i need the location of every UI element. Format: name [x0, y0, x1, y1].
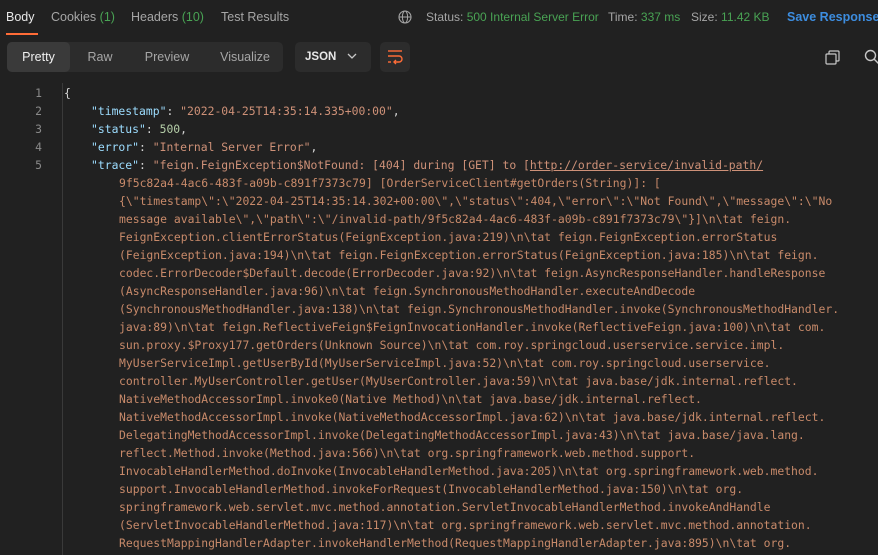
trace-wrapped-line: MyUserServiceImpl.getUserById(MyUserServ…	[119, 356, 771, 370]
code-line-trace: "trace": "feign.FeignException$NotFound:…	[91, 158, 764, 172]
code-line-error: "error": "Internal Server Error",	[91, 140, 318, 154]
size-label: Size:	[691, 10, 718, 24]
open-brace: {	[64, 86, 71, 100]
active-tab-indicator	[6, 33, 38, 35]
tab-body[interactable]: Body	[6, 10, 35, 24]
line-number: 2	[35, 104, 42, 118]
trace-wrapped-line: sun.proxy.$Proxy177.getOrders(Unknown So…	[119, 338, 785, 352]
trace-wrapped-line: (ServletInvocableHandlerMethod.java:117)…	[119, 518, 812, 532]
code-line-timestamp: "timestamp": "2022-04-25T14:35:14.335+00…	[91, 104, 400, 118]
wrap-lines-button[interactable]	[380, 42, 410, 72]
json-key: "error"	[91, 140, 140, 154]
save-response-button[interactable]: Save Response	[787, 10, 878, 24]
trace-wrapped-line: (SynchronousMethodHandler.java:138)\n\ta…	[119, 302, 840, 316]
cookies-count: (1)	[99, 10, 115, 24]
response-toolbar: Pretty Raw Preview Visualize JSON	[0, 36, 878, 80]
trace-wrapped-line: RequestMappingHandlerAdapter.invokeHandl…	[119, 536, 792, 550]
json-key: "status"	[91, 122, 146, 136]
json-key: "trace"	[91, 158, 140, 172]
line-number: 3	[35, 122, 42, 136]
size-value[interactable]: 11.42 KB	[721, 10, 769, 24]
view-mode-preview[interactable]: Preview	[133, 42, 201, 72]
response-tabs-bar: Body Cookies (1) Headers (10) Test Resul…	[0, 0, 878, 36]
view-mode-pretty[interactable]: Pretty	[7, 42, 70, 72]
trace-wrapped-line: springframework.web.servlet.mvc.method.a…	[119, 500, 771, 514]
trace-wrapped-line: reflect.Method.invoke(Method.java:566)\n…	[119, 446, 696, 460]
search-icon[interactable]	[864, 49, 878, 65]
trace-wrapped-line: (FeignException.java:194)\n\tat feign.Fe…	[119, 248, 819, 262]
copy-icon[interactable]	[825, 50, 840, 65]
trace-wrapped-line: codec.ErrorDecoder$Default.decode(ErrorD…	[119, 266, 826, 280]
wrap-icon	[388, 50, 403, 65]
time-value[interactable]: 337 ms	[641, 10, 680, 24]
tab-test-results[interactable]: Test Results	[221, 10, 289, 24]
line-number: 5	[35, 158, 42, 172]
time-label: Time:	[608, 10, 638, 24]
tab-headers-label: Headers	[131, 10, 179, 24]
size-readout: Size: 11.42 KB	[691, 10, 770, 24]
trace-wrapped-line: NativeMethodAccessorImpl.invoke(NativeMe…	[119, 410, 826, 424]
trace-wrapped-line: message available\",\"path\":\"/invalid-…	[119, 212, 792, 226]
time-readout: Time: 337 ms	[608, 10, 680, 24]
trace-wrapped-line: FeignException.clientErrorStatus(FeignEx…	[119, 230, 778, 244]
trace-wrapped-line: support.InvocableHandlerMethod.invokeFor…	[119, 482, 744, 496]
trace-wrapped-line: {\"timestamp\":\"2022-04-25T14:35:14.302…	[119, 194, 833, 208]
view-mode-raw[interactable]: Raw	[73, 42, 127, 72]
format-dropdown[interactable]: JSON	[295, 42, 371, 72]
status-value[interactable]: 500 Internal Server Error	[467, 10, 599, 24]
format-dropdown-value: JSON	[305, 51, 337, 63]
view-mode-visualize[interactable]: Visualize	[207, 42, 283, 72]
headers-count: (10)	[181, 10, 204, 24]
tab-cookies-label: Cookies	[51, 10, 97, 24]
json-number-value: 500	[159, 122, 181, 136]
json-string-value: "2022-04-25T14:35:14.335+00:00"	[180, 104, 393, 118]
json-string-value: "Internal Server Error"	[152, 140, 311, 154]
line-number: 1	[35, 86, 42, 100]
view-mode-selector: Pretty Raw Preview Visualize	[7, 42, 283, 72]
json-string-value: "feign.FeignException$NotFound: [404] du…	[152, 158, 530, 172]
gutter-divider	[62, 83, 63, 555]
trace-wrapped-line: java:89)\n\tat feign.ReflectiveFeign$Fei…	[119, 320, 826, 334]
trace-wrapped-line: (AsyncResponseHandler.java:96)\n\tat fei…	[119, 284, 696, 298]
tab-headers[interactable]: Headers (10)	[131, 10, 204, 24]
globe-icon[interactable]	[398, 10, 412, 24]
trace-wrapped-line: InvocableHandlerMethod.doInvoke(Invocabl…	[119, 464, 819, 478]
trace-wrapped-line: DelegatingMethodAccessorImpl.invoke(Dele…	[119, 428, 805, 442]
chevron-down-icon	[347, 53, 357, 59]
code-line-status: "status": 500,	[91, 122, 188, 136]
status-label: Status:	[426, 10, 464, 24]
trace-wrapped-line: controller.MyUserController.getUser(MyUs…	[119, 374, 798, 388]
trace-wrapped-line: NativeMethodAccessorImpl.invoke0(Native …	[119, 392, 702, 406]
response-body-viewer[interactable]: 1 2 3 4 5 { "timestamp": "2022-04-25T14:…	[0, 83, 878, 555]
status-readout: Status: 500 Internal Server Error	[426, 10, 599, 24]
line-number: 4	[35, 140, 42, 154]
trace-link[interactable]: http://order-service/invalid-path/	[530, 158, 763, 172]
trace-wrapped-line: 9f5c82a4-4ac6-483f-a09b-c891f7373c79] [O…	[119, 176, 661, 190]
tab-cookies[interactable]: Cookies (1)	[51, 10, 115, 24]
json-key: "timestamp"	[91, 104, 167, 118]
